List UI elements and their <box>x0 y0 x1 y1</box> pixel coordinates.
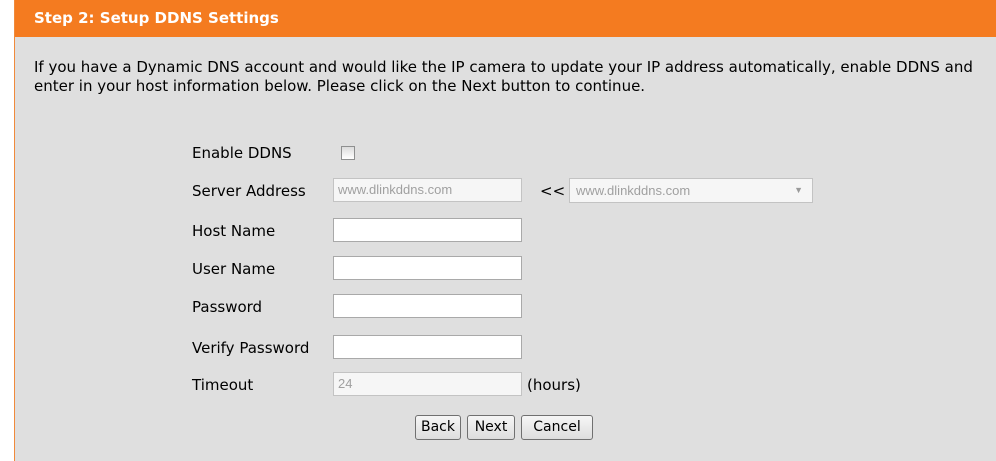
enable-ddns-label: Enable DDNS <box>192 144 292 162</box>
server-address-input[interactable]: www.dlinkddns.com <box>333 178 522 202</box>
verify-password-input[interactable] <box>333 335 522 359</box>
timeout-unit: (hours) <box>527 376 581 394</box>
password-input[interactable] <box>333 294 522 318</box>
wizard-panel: Step 2: Setup DDNS Settings If you have … <box>14 0 996 461</box>
server-address-select[interactable]: www.dlinkddns.com ▼ <box>569 178 813 203</box>
enable-ddns-checkbox[interactable] <box>341 146 355 160</box>
timeout-input[interactable]: 24 <box>333 372 522 396</box>
user-name-input[interactable] <box>333 256 522 280</box>
copy-arrows: << <box>540 182 566 200</box>
verify-password-label: Verify Password <box>192 339 310 357</box>
server-address-label: Server Address <box>192 182 306 200</box>
chevron-down-icon: ▼ <box>794 185 803 195</box>
host-name-label: Host Name <box>192 222 276 240</box>
timeout-label: Timeout <box>192 376 254 394</box>
password-label: Password <box>192 298 263 316</box>
server-address-select-value: www.dlinkddns.com <box>576 183 691 198</box>
step-header: Step 2: Setup DDNS Settings <box>15 0 996 37</box>
host-name-input[interactable] <box>333 218 522 242</box>
cancel-button[interactable]: Cancel <box>521 415 593 440</box>
step-description: If you have a Dynamic DNS account and wo… <box>34 58 973 95</box>
user-name-label: User Name <box>192 260 276 278</box>
next-button[interactable]: Next <box>467 415 515 440</box>
back-button[interactable]: Back <box>415 415 461 440</box>
